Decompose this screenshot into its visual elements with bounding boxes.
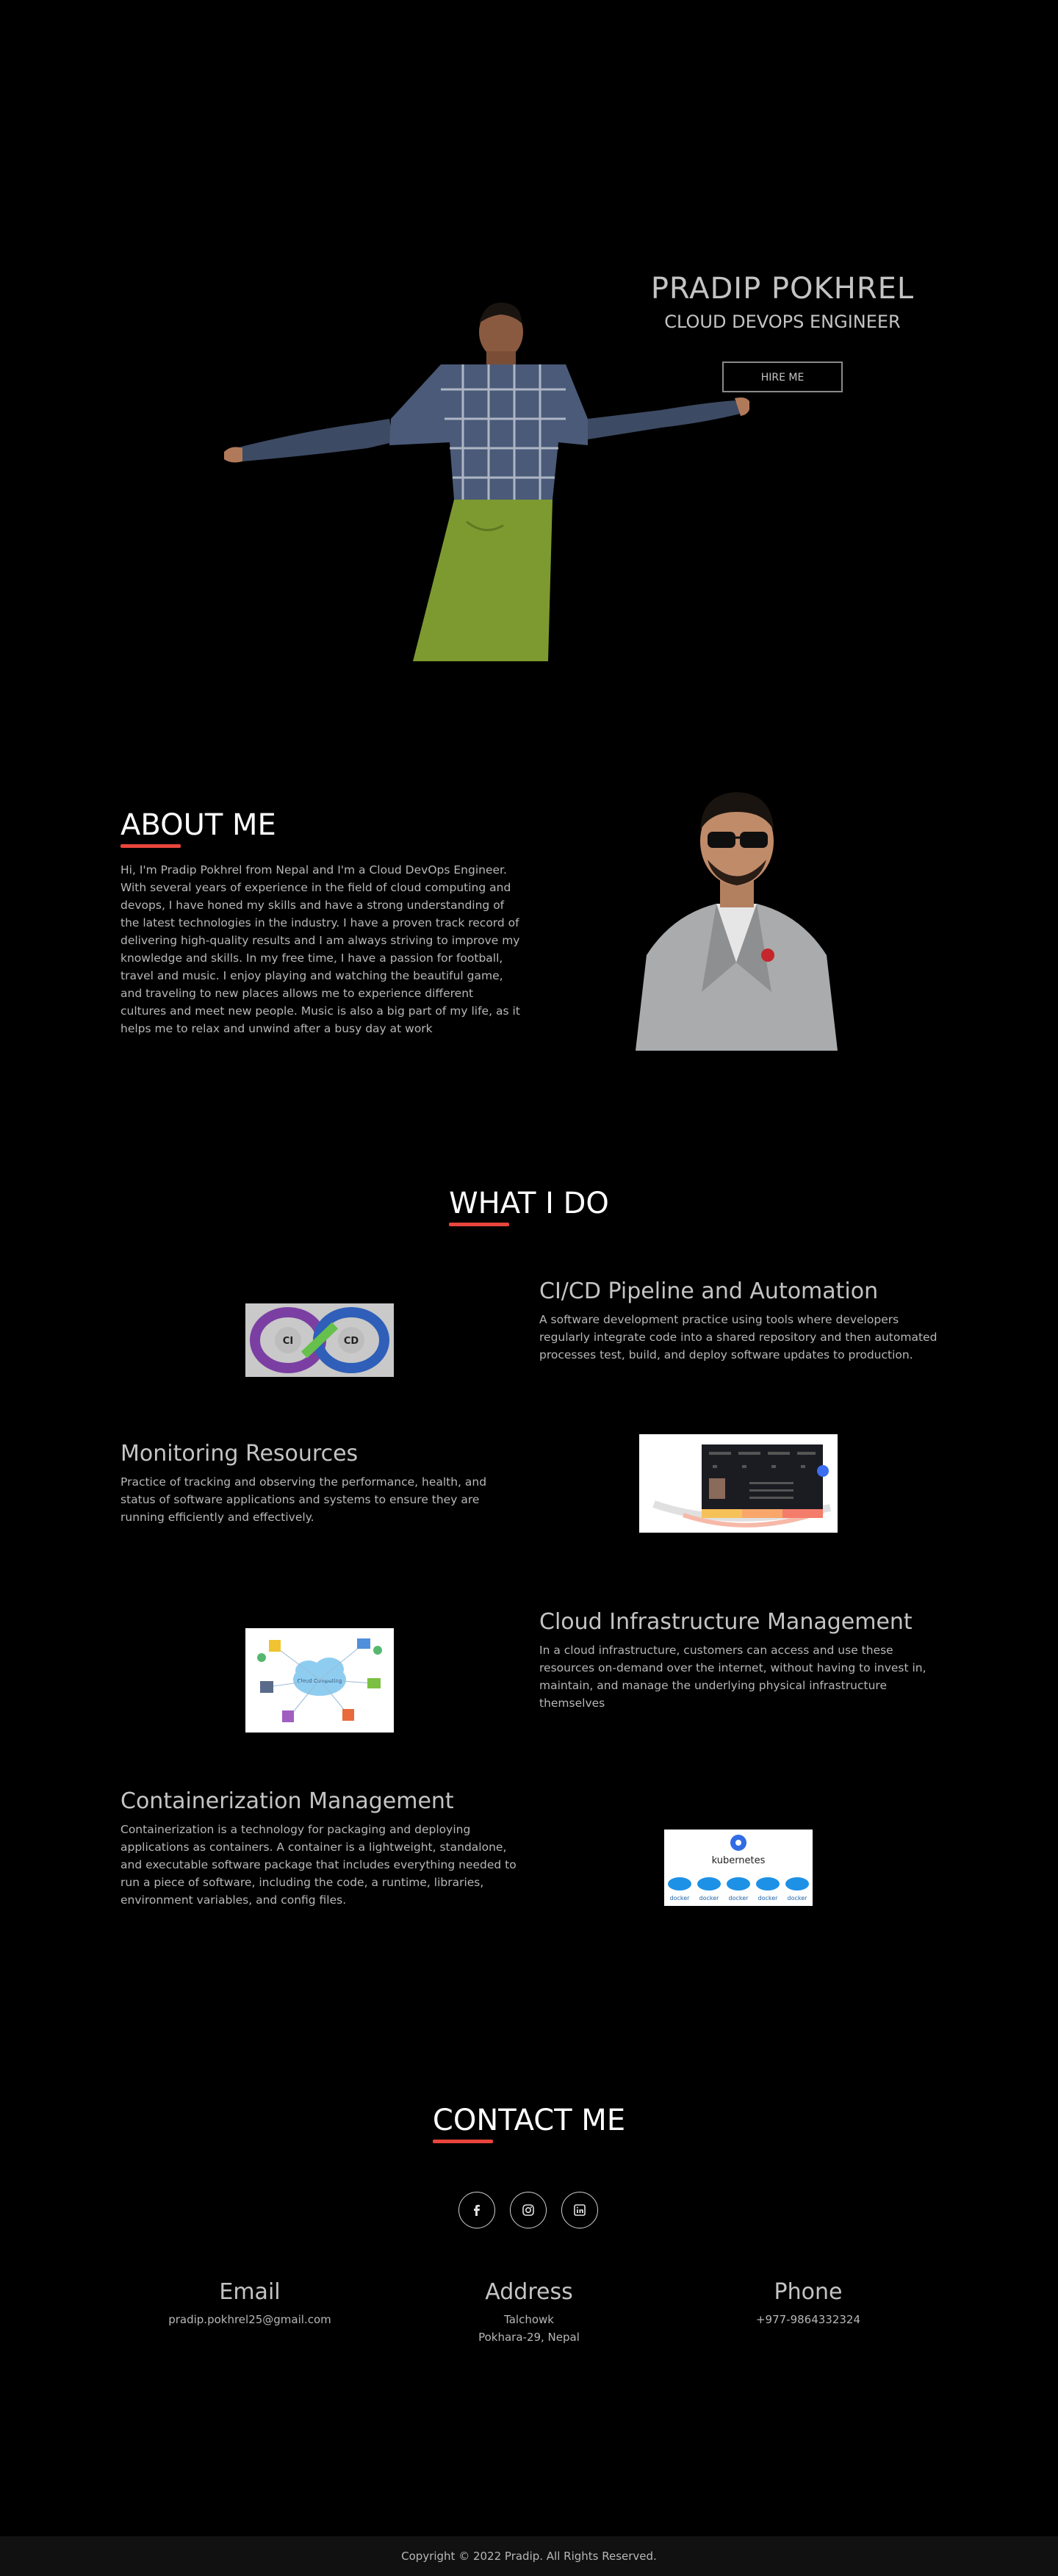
hero-name: PRADIP POKHREL: [650, 272, 915, 306]
docker-label-5: docker: [788, 1895, 808, 1902]
contact-email: Email pradip.pokhrel25@gmail.com: [103, 2279, 397, 2328]
service-title-cicd: CI/CD Pipeline and Automation: [539, 1278, 879, 1304]
docker-label-3: docker: [729, 1895, 749, 1902]
hire-me-button[interactable]: HIRE ME: [722, 361, 843, 392]
kubernetes-docker-image: kubernetes docker docker docker docker d…: [664, 1830, 813, 1906]
docker-label-4: docker: [758, 1895, 779, 1902]
hero-section: PRADIP POKHREL CLOUD DEVOPS ENGINEER HIR…: [0, 0, 1058, 705]
copyright-text: Copyright © 2022 Pradip. All Rights Rese…: [401, 2550, 657, 2563]
instagram-icon: [522, 2204, 534, 2216]
footer: Copyright © 2022 Pradip. All Rights Rese…: [0, 2536, 1058, 2576]
email-value[interactable]: pradip.pokhrel25@gmail.com: [103, 2311, 397, 2328]
docker-label-1: docker: [670, 1895, 691, 1902]
title-underline: [449, 1223, 510, 1226]
phone-label: Phone: [774, 2279, 843, 2305]
profile-photo: [628, 771, 845, 1051]
title-underline: [120, 844, 181, 848]
service-title-monitoring: Monitoring Resources: [120, 1441, 359, 1467]
email-label: Email: [219, 2279, 281, 2305]
hero-text-block: PRADIP POKHREL CLOUD DEVOPS ENGINEER HIR…: [632, 272, 933, 392]
about-text: Hi, I'm Pradip Pokhrel from Nepal and I'…: [120, 863, 520, 1035]
cloud-infrastructure-image: Cloud Computing: [245, 1628, 394, 1733]
ci-label: CI: [283, 1336, 293, 1347]
service-text-cicd: A software development practice using to…: [539, 1313, 938, 1361]
service-text-cloud: In a cloud infrastructure, customers can…: [539, 1644, 926, 1710]
address-value: Talchowk Pokhara-29, Nepal: [382, 2311, 676, 2346]
cd-label: CD: [344, 1336, 359, 1347]
social-links: [458, 2192, 600, 2230]
services-title: WHAT I DO: [449, 1187, 609, 1226]
cicd-pipeline-image: CI CD: [245, 1303, 394, 1377]
facebook-icon: [474, 2204, 480, 2216]
linkedin-icon: [574, 2204, 586, 2216]
service-title-containerization: Containerization Management: [120, 1788, 454, 1814]
hero-role: CLOUD DEVOPS ENGINEER: [664, 312, 901, 332]
facebook-link[interactable]: [458, 2192, 495, 2228]
kubernetes-label: kubernetes: [712, 1855, 766, 1866]
docker-label-2: docker: [699, 1895, 720, 1902]
phone-value[interactable]: +977-9864332324: [661, 2311, 955, 2328]
instagram-link[interactable]: [510, 2192, 547, 2228]
contact-title: CONTACT ME: [432, 2104, 625, 2143]
cloud-computing-label: Cloud Computing: [298, 1678, 342, 1684]
contact-phone: Phone +977-9864332324: [661, 2279, 955, 2328]
monitoring-dashboard-image: [639, 1434, 838, 1533]
address-line-1: Talchowk: [504, 2313, 554, 2326]
contact-address: Address Talchowk Pokhara-29, Nepal: [382, 2279, 676, 2346]
service-text-containerization: Containerization is a technology for pac…: [120, 1823, 517, 1907]
service-text-monitoring: Practice of tracking and observing the p…: [120, 1475, 487, 1524]
service-title-cloud: Cloud Infrastructure Management: [539, 1609, 913, 1635]
linkedin-link[interactable]: [561, 2192, 598, 2228]
address-line-2: Pokhara-29, Nepal: [478, 2331, 580, 2344]
address-label: Address: [485, 2279, 573, 2305]
about-title: ABOUT ME: [120, 808, 276, 848]
title-underline: [432, 2140, 493, 2143]
